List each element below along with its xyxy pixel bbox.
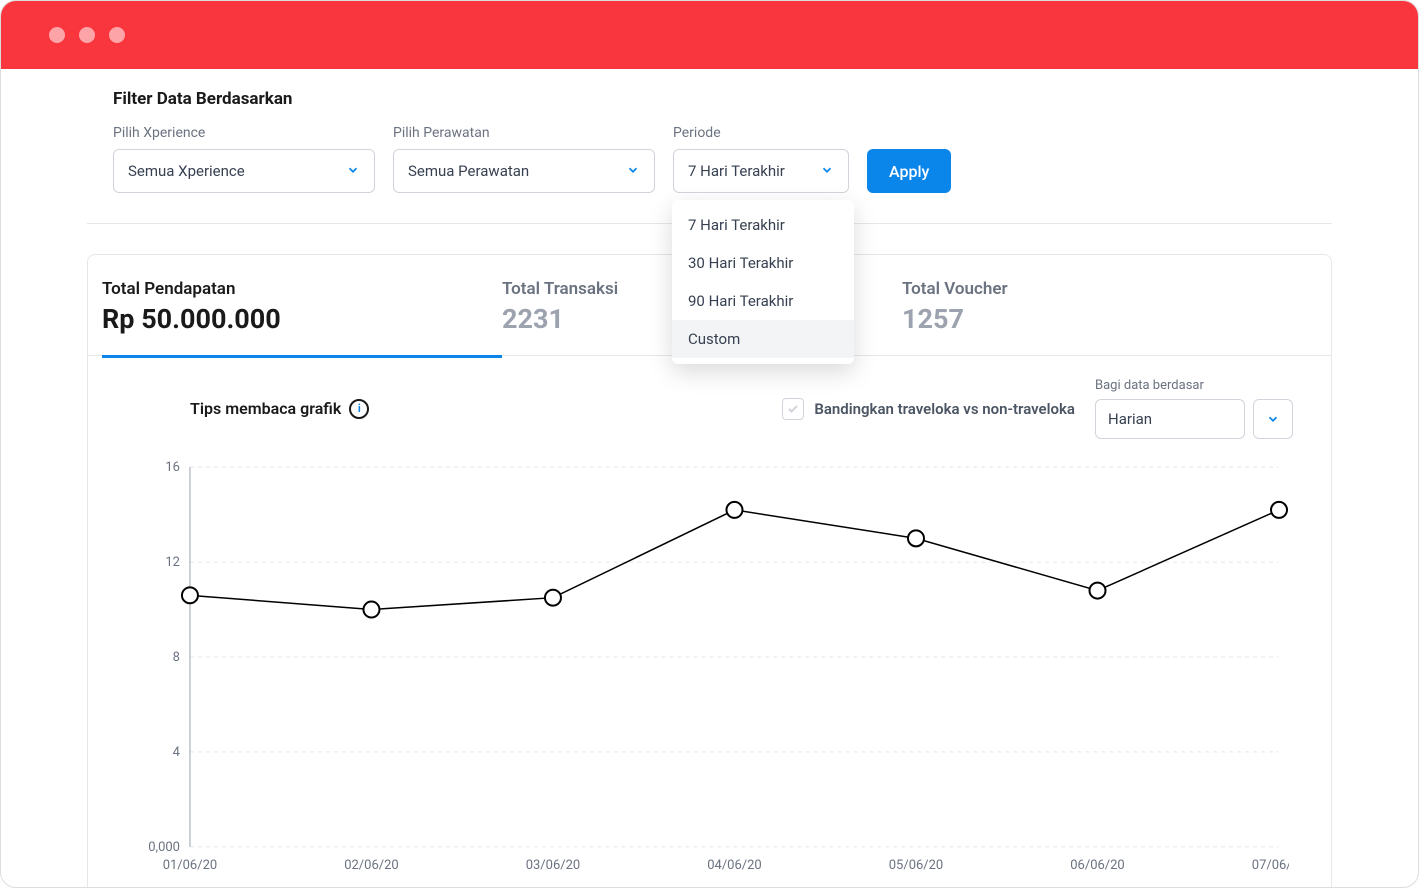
apply-button[interactable]: Apply bbox=[867, 149, 951, 193]
svg-text:02/06/20: 02/06/20 bbox=[344, 858, 398, 873]
tab-voucher-label: Total Voucher bbox=[902, 279, 1302, 299]
chart-controls: Tips membaca grafik i Bandingkan travelo… bbox=[88, 356, 1331, 439]
chevron-down-icon bbox=[820, 162, 834, 181]
svg-text:12: 12 bbox=[165, 555, 180, 570]
periode-option-30hari[interactable]: 30 Hari Terakhir bbox=[672, 244, 854, 282]
bagi-row: Harian bbox=[1095, 399, 1293, 439]
svg-text:0,000: 0,000 bbox=[148, 840, 180, 855]
filter-xperience-label: Pilih Xperience bbox=[113, 125, 375, 141]
periode-select-value: 7 Hari Terakhir bbox=[688, 162, 785, 180]
filter-periode: Periode 7 Hari Terakhir 7 Hari Terakhir … bbox=[673, 125, 849, 193]
periode-dropdown: 7 Hari Terakhir 30 Hari Terakhir 90 Hari… bbox=[672, 200, 854, 364]
filter-xperience: Pilih Xperience Semua Xperience bbox=[113, 125, 375, 193]
tab-voucher[interactable]: Total Voucher 1257 bbox=[902, 279, 1302, 358]
bagi-group: Bagi data berdasar Harian bbox=[1095, 378, 1293, 439]
tab-voucher-value: 1257 bbox=[902, 303, 1302, 335]
window-dot bbox=[109, 27, 125, 43]
bagi-dropdown-button[interactable] bbox=[1253, 399, 1293, 439]
filter-row: Pilih Xperience Semua Xperience Pilih Pe… bbox=[113, 125, 1306, 193]
checkbox-icon bbox=[782, 398, 804, 420]
svg-text:07/06/20: 07/06/20 bbox=[1252, 858, 1289, 873]
periode-option-7hari[interactable]: 7 Hari Terakhir bbox=[672, 206, 854, 244]
tab-pendapatan-value: Rp 50.000.000 bbox=[102, 303, 502, 335]
filter-perawatan-label: Pilih Perawatan bbox=[393, 125, 655, 141]
info-icon[interactable]: i bbox=[349, 399, 369, 419]
bagi-select-value: Harian bbox=[1108, 410, 1152, 428]
compare-toggle[interactable]: Bandingkan traveloka vs non-traveloka bbox=[782, 398, 1075, 420]
perawatan-select[interactable]: Semua Perawatan bbox=[393, 149, 655, 193]
svg-text:03/06/20: 03/06/20 bbox=[526, 858, 580, 873]
chevron-down-icon bbox=[346, 162, 360, 181]
svg-text:06/06/20: 06/06/20 bbox=[1070, 858, 1124, 873]
content: Filter Data Berdasarkan Pilih Xperience … bbox=[1, 69, 1418, 888]
filter-title: Filter Data Berdasarkan bbox=[113, 89, 1306, 109]
chevron-down-icon bbox=[626, 162, 640, 181]
compare-label: Bandingkan traveloka vs non-traveloka bbox=[814, 400, 1075, 418]
svg-text:8: 8 bbox=[173, 650, 180, 665]
tab-pendapatan-label: Total Pendapatan bbox=[102, 279, 502, 299]
periode-select[interactable]: 7 Hari Terakhir 7 Hari Terakhir 30 Hari … bbox=[673, 149, 849, 193]
periode-option-custom[interactable]: Custom bbox=[672, 320, 854, 358]
bagi-label: Bagi data berdasar bbox=[1095, 378, 1293, 393]
svg-text:04/06/20: 04/06/20 bbox=[707, 858, 761, 873]
svg-text:16: 16 bbox=[165, 460, 180, 475]
filter-periode-label: Periode bbox=[673, 125, 849, 141]
bagi-select[interactable]: Harian bbox=[1095, 399, 1245, 439]
svg-text:01/06/20: 01/06/20 bbox=[163, 858, 217, 873]
window-dot bbox=[49, 27, 65, 43]
titlebar bbox=[1, 1, 1418, 69]
filter-card: Filter Data Berdasarkan Pilih Xperience … bbox=[87, 69, 1332, 224]
line-chart: 0,000 4 8 12 16 01/06/20 02/06/20 03/06/20 04/06… bbox=[130, 457, 1289, 887]
app-window: Filter Data Berdasarkan Pilih Xperience … bbox=[0, 0, 1419, 888]
window-dot bbox=[79, 27, 95, 43]
tab-pendapatan[interactable]: Total Pendapatan Rp 50.000.000 bbox=[102, 279, 502, 358]
tips-row: Tips membaca grafik i bbox=[190, 399, 369, 419]
filter-perawatan: Pilih Perawatan Semua Perawatan bbox=[393, 125, 655, 193]
periode-option-90hari[interactable]: 90 Hari Terakhir bbox=[672, 282, 854, 320]
xperience-select[interactable]: Semua Xperience bbox=[113, 149, 375, 193]
tips-text: Tips membaca grafik bbox=[190, 399, 341, 418]
svg-text:4: 4 bbox=[173, 745, 180, 760]
perawatan-select-value: Semua Perawatan bbox=[408, 162, 529, 180]
xperience-select-value: Semua Xperience bbox=[128, 162, 245, 180]
svg-text:05/06/20: 05/06/20 bbox=[889, 858, 943, 873]
chart-area: 0,000 4 8 12 16 01/06/20 02/06/20 03/06/20 04/06… bbox=[88, 439, 1331, 888]
